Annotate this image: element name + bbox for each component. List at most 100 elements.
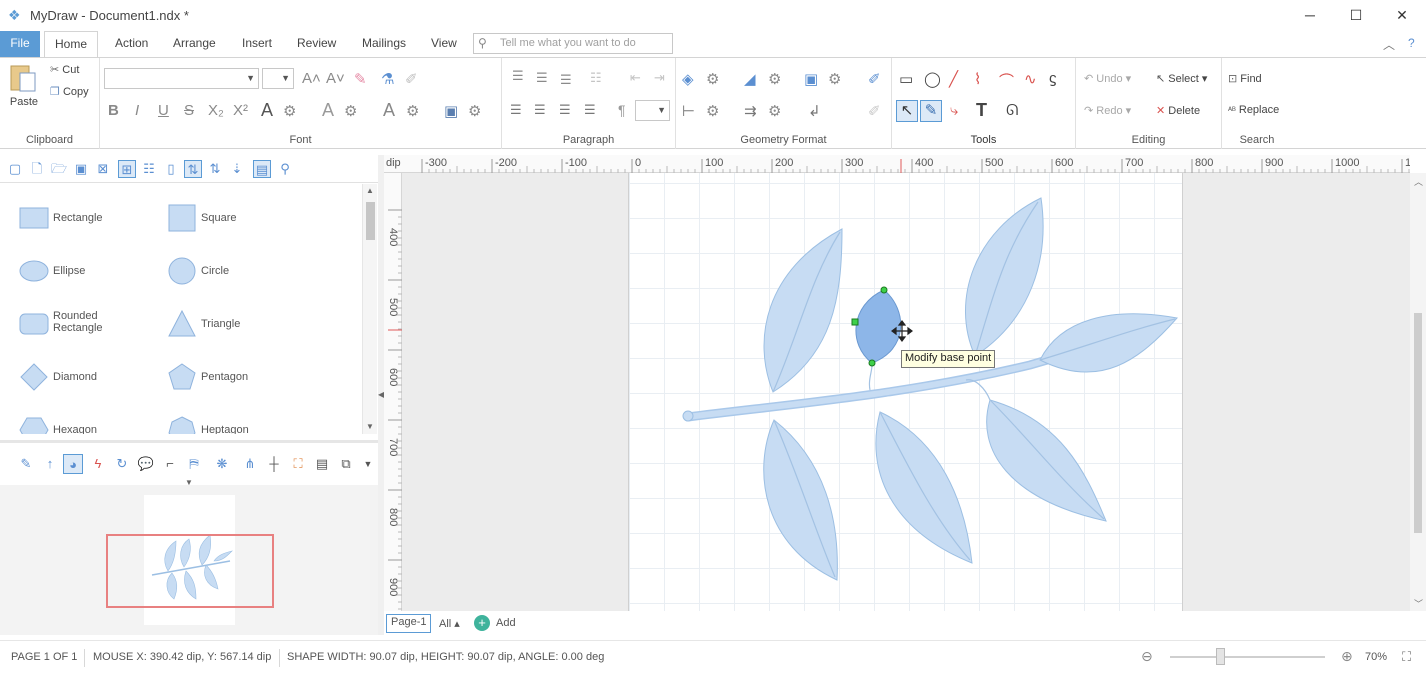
all-pages-button[interactable]: All ▴	[439, 617, 460, 630]
edit-icon[interactable]: ✎	[16, 454, 36, 474]
line-begin-gear-icon[interactable]: ⚙	[706, 102, 719, 120]
eyedropper-geometry-icon[interactable]: ✐	[868, 70, 881, 88]
new-library-icon[interactable]: ▢	[6, 160, 24, 178]
thumbnail-view-icon[interactable]: ▯	[162, 160, 180, 178]
icon-view-icon[interactable]: ⊞	[118, 160, 136, 178]
line-gear-icon[interactable]: ⚙	[768, 70, 781, 88]
minimize-button[interactable]: ─	[1287, 0, 1333, 31]
grow-font-icon[interactable]: A˄	[302, 70, 321, 87]
canvas-scroll-thumb[interactable]	[1414, 313, 1422, 533]
font-color-gear-icon[interactable]: ⚙	[283, 102, 296, 120]
find-button[interactable]: ⊡ Find	[1228, 72, 1262, 85]
font-color-icon[interactable]: A	[261, 100, 273, 121]
zoom-in-icon[interactable]: ⊕	[1341, 648, 1353, 665]
shape-item-ellipse[interactable]: Ellipse	[19, 251, 169, 291]
connector-tool-icon[interactable]: ⤷	[950, 102, 958, 119]
justify-icon[interactable]: ☰	[584, 102, 596, 118]
align-middle-icon[interactable]: ☰	[536, 70, 548, 86]
map-icon[interactable]: ⛿	[184, 454, 204, 474]
pointer-tool-icon[interactable]: ↖	[896, 100, 918, 122]
tab-action[interactable]: Action	[105, 31, 158, 57]
sort-az-icon[interactable]: ⇅	[184, 160, 202, 178]
pan-zoom-panel[interactable]	[0, 485, 378, 635]
subscript-icon[interactable]: X₂	[208, 102, 224, 119]
text-shadow-gear-icon[interactable]: ⚙	[468, 102, 481, 120]
selected-leaf-shape[interactable]	[855, 289, 902, 364]
undo-button[interactable]: ↶ Undo ▾	[1084, 72, 1131, 85]
underline-icon[interactable]: U	[158, 102, 169, 119]
align-bottom-icon[interactable]: ☰	[560, 72, 572, 88]
lightning-icon[interactable]: ϟ	[88, 454, 108, 474]
shrink-font-icon[interactable]: A˅	[326, 70, 345, 87]
scroll-up-icon[interactable]: ︿	[1414, 175, 1423, 188]
strikethrough-icon[interactable]: S	[184, 102, 194, 119]
help-icon[interactable]: ?	[1408, 36, 1415, 50]
line-spacing-combo[interactable]: ▼	[635, 100, 670, 121]
sort-desc-icon[interactable]: ⇣	[228, 160, 246, 178]
close-button[interactable]: ✕	[1379, 0, 1425, 31]
leaf-lower-middle[interactable]	[875, 411, 973, 564]
cycle-icon[interactable]: ↻	[112, 454, 132, 474]
italic-icon[interactable]: I	[135, 102, 139, 119]
divider-icon[interactable]: ┼	[264, 454, 284, 474]
shape-item-rect[interactable]: Rectangle	[19, 198, 169, 238]
shadow-gear-icon[interactable]: ⚙	[828, 70, 841, 88]
add-page-icon[interactable]: +	[474, 615, 490, 631]
handle-top[interactable]	[880, 286, 888, 294]
redo-button[interactable]: ↷ Redo ▾	[1084, 104, 1131, 117]
tell-me-search[interactable]: ⚲ Tell me what you want to do	[473, 33, 673, 54]
org-chart-icon[interactable]: ⛶	[288, 454, 308, 474]
fill-bucket-icon[interactable]: ◈	[682, 70, 694, 88]
text-shadow-icon[interactable]: ▣	[444, 102, 458, 120]
align-center-icon[interactable]: ☰	[534, 102, 546, 118]
drawing-layer[interactable]	[402, 173, 1410, 611]
fit-page-icon[interactable]: ⛶	[1402, 649, 1411, 665]
replace-button[interactable]: ᴬᴮ Replace	[1228, 104, 1279, 116]
leaf-upper-left[interactable]	[763, 228, 843, 393]
delete-button[interactable]: ✕ Delete	[1156, 104, 1200, 117]
add-page-label[interactable]: Add	[496, 617, 516, 629]
tab-arrange[interactable]: Arrange	[163, 31, 226, 57]
cut-button[interactable]: ✂ Cut	[50, 63, 79, 76]
tab-file[interactable]: File	[0, 31, 40, 57]
shape-item-triangle[interactable]: Triangle	[167, 304, 317, 344]
network-icon[interactable]: ❋	[212, 454, 232, 474]
align-right-icon[interactable]: ☰	[559, 102, 571, 118]
freeform-tool-icon[interactable]: ϛ	[1049, 70, 1057, 87]
save-icon[interactable]: ▣	[72, 160, 90, 178]
format-painter-geometry-icon[interactable]: ✐	[868, 102, 881, 120]
zoom-out-icon[interactable]: ⊖	[1141, 648, 1153, 665]
shadow-icon[interactable]: ▣	[804, 70, 818, 88]
collapse-ribbon-icon[interactable]: ︿	[1383, 36, 1395, 53]
line-style-icon[interactable]: ◢	[744, 70, 756, 88]
pan-viewport-frame[interactable]	[106, 534, 274, 608]
shape-item-rrect[interactable]: Rounded Rectangle	[19, 304, 169, 344]
tab-review[interactable]: Review	[287, 31, 346, 57]
pages-icon[interactable]: ⧉	[336, 454, 356, 474]
copy-button[interactable]: ❐ Copy	[50, 85, 89, 98]
shape-item-square[interactable]: Square	[167, 198, 317, 238]
shape-item-hexagon[interactable]: Hexagon	[19, 410, 169, 434]
tab-home[interactable]: Home	[44, 31, 99, 58]
tab-view[interactable]: View	[421, 31, 467, 57]
handle-bottom[interactable]	[868, 359, 876, 367]
bullets-icon[interactable]: ☷	[590, 70, 602, 86]
align-top-icon[interactable]: ☰	[512, 68, 524, 84]
line-end-icon[interactable]: ⇉	[744, 102, 757, 120]
polyline-tool-icon[interactable]: ⌇	[974, 70, 981, 88]
shape-list-scrollbar[interactable]: ▲ ▼	[362, 184, 377, 434]
open-folder-icon[interactable]: 🗁	[50, 160, 68, 178]
superscript-icon[interactable]: X²	[233, 102, 248, 119]
select-button[interactable]: ↖ Select ▾	[1156, 72, 1207, 85]
arc-tool-icon[interactable]: ⌒	[999, 70, 1014, 91]
more-icon[interactable]: ▼	[358, 454, 378, 474]
font-family-combo[interactable]: ▼	[104, 68, 259, 89]
paragraph-mark-icon[interactable]: ¶	[618, 102, 626, 118]
scroll-down-icon[interactable]: ﹀	[1414, 597, 1423, 610]
line-begin-icon[interactable]: ⊢	[682, 102, 695, 120]
shape-item-pentagon[interactable]: Pentagon	[167, 357, 317, 397]
text-outline-gear-icon[interactable]: ⚙	[344, 102, 357, 120]
bold-icon[interactable]: B	[108, 102, 119, 119]
paste-button[interactable]: Paste	[8, 63, 40, 113]
sort-za-icon[interactable]: ⇅	[206, 160, 224, 178]
